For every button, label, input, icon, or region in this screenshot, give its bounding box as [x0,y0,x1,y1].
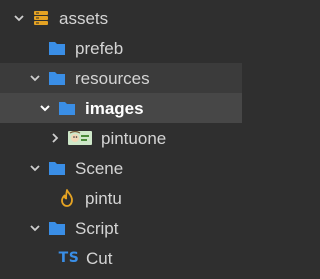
chevron-down-icon[interactable] [12,11,26,25]
tree-item-label: resources [75,68,150,88]
folder-icon [48,159,66,177]
typescript-icon: TS [58,250,80,266]
folder-icon [48,219,66,237]
database-icon [32,9,50,27]
tree-item-label: images [85,98,144,118]
tree-item-label: prefeb [75,38,124,58]
tree-item-label: assets [59,8,109,28]
tree-item-cut[interactable]: TS Cut [0,243,242,273]
tree-item-assets[interactable]: assets [0,3,242,33]
tree-item-pintu[interactable]: pintu [0,183,242,213]
tree-item-script[interactable]: Script [0,213,242,243]
folder-icon [48,69,66,87]
tree-item-prefeb[interactable]: prefeb [0,33,242,63]
image-atlas-icon [68,129,92,147]
tree-item-scene[interactable]: Scene [0,153,242,183]
tree-item-images[interactable]: images [0,93,242,123]
folder-icon [58,99,76,117]
tree-item-label: Script [75,218,119,238]
tree-item-label: pintuone [101,128,167,148]
tree-item-resources[interactable]: resources [0,63,242,93]
chevron-down-icon[interactable] [28,71,42,85]
tree-item-label: Cut [86,248,113,268]
tree-item-label: pintu [85,188,122,208]
asset-tree: assets prefeb resources images pintuone … [0,0,242,279]
chevron-down-icon[interactable] [28,161,42,175]
scene-flame-icon [58,189,76,207]
tree-item-pintuone[interactable]: pintuone [0,123,242,153]
tree-item-label: Scene [75,158,124,178]
chevron-right-icon[interactable] [48,131,62,145]
chevron-down-icon[interactable] [38,101,52,115]
folder-icon [48,39,66,57]
chevron-down-icon[interactable] [28,221,42,235]
